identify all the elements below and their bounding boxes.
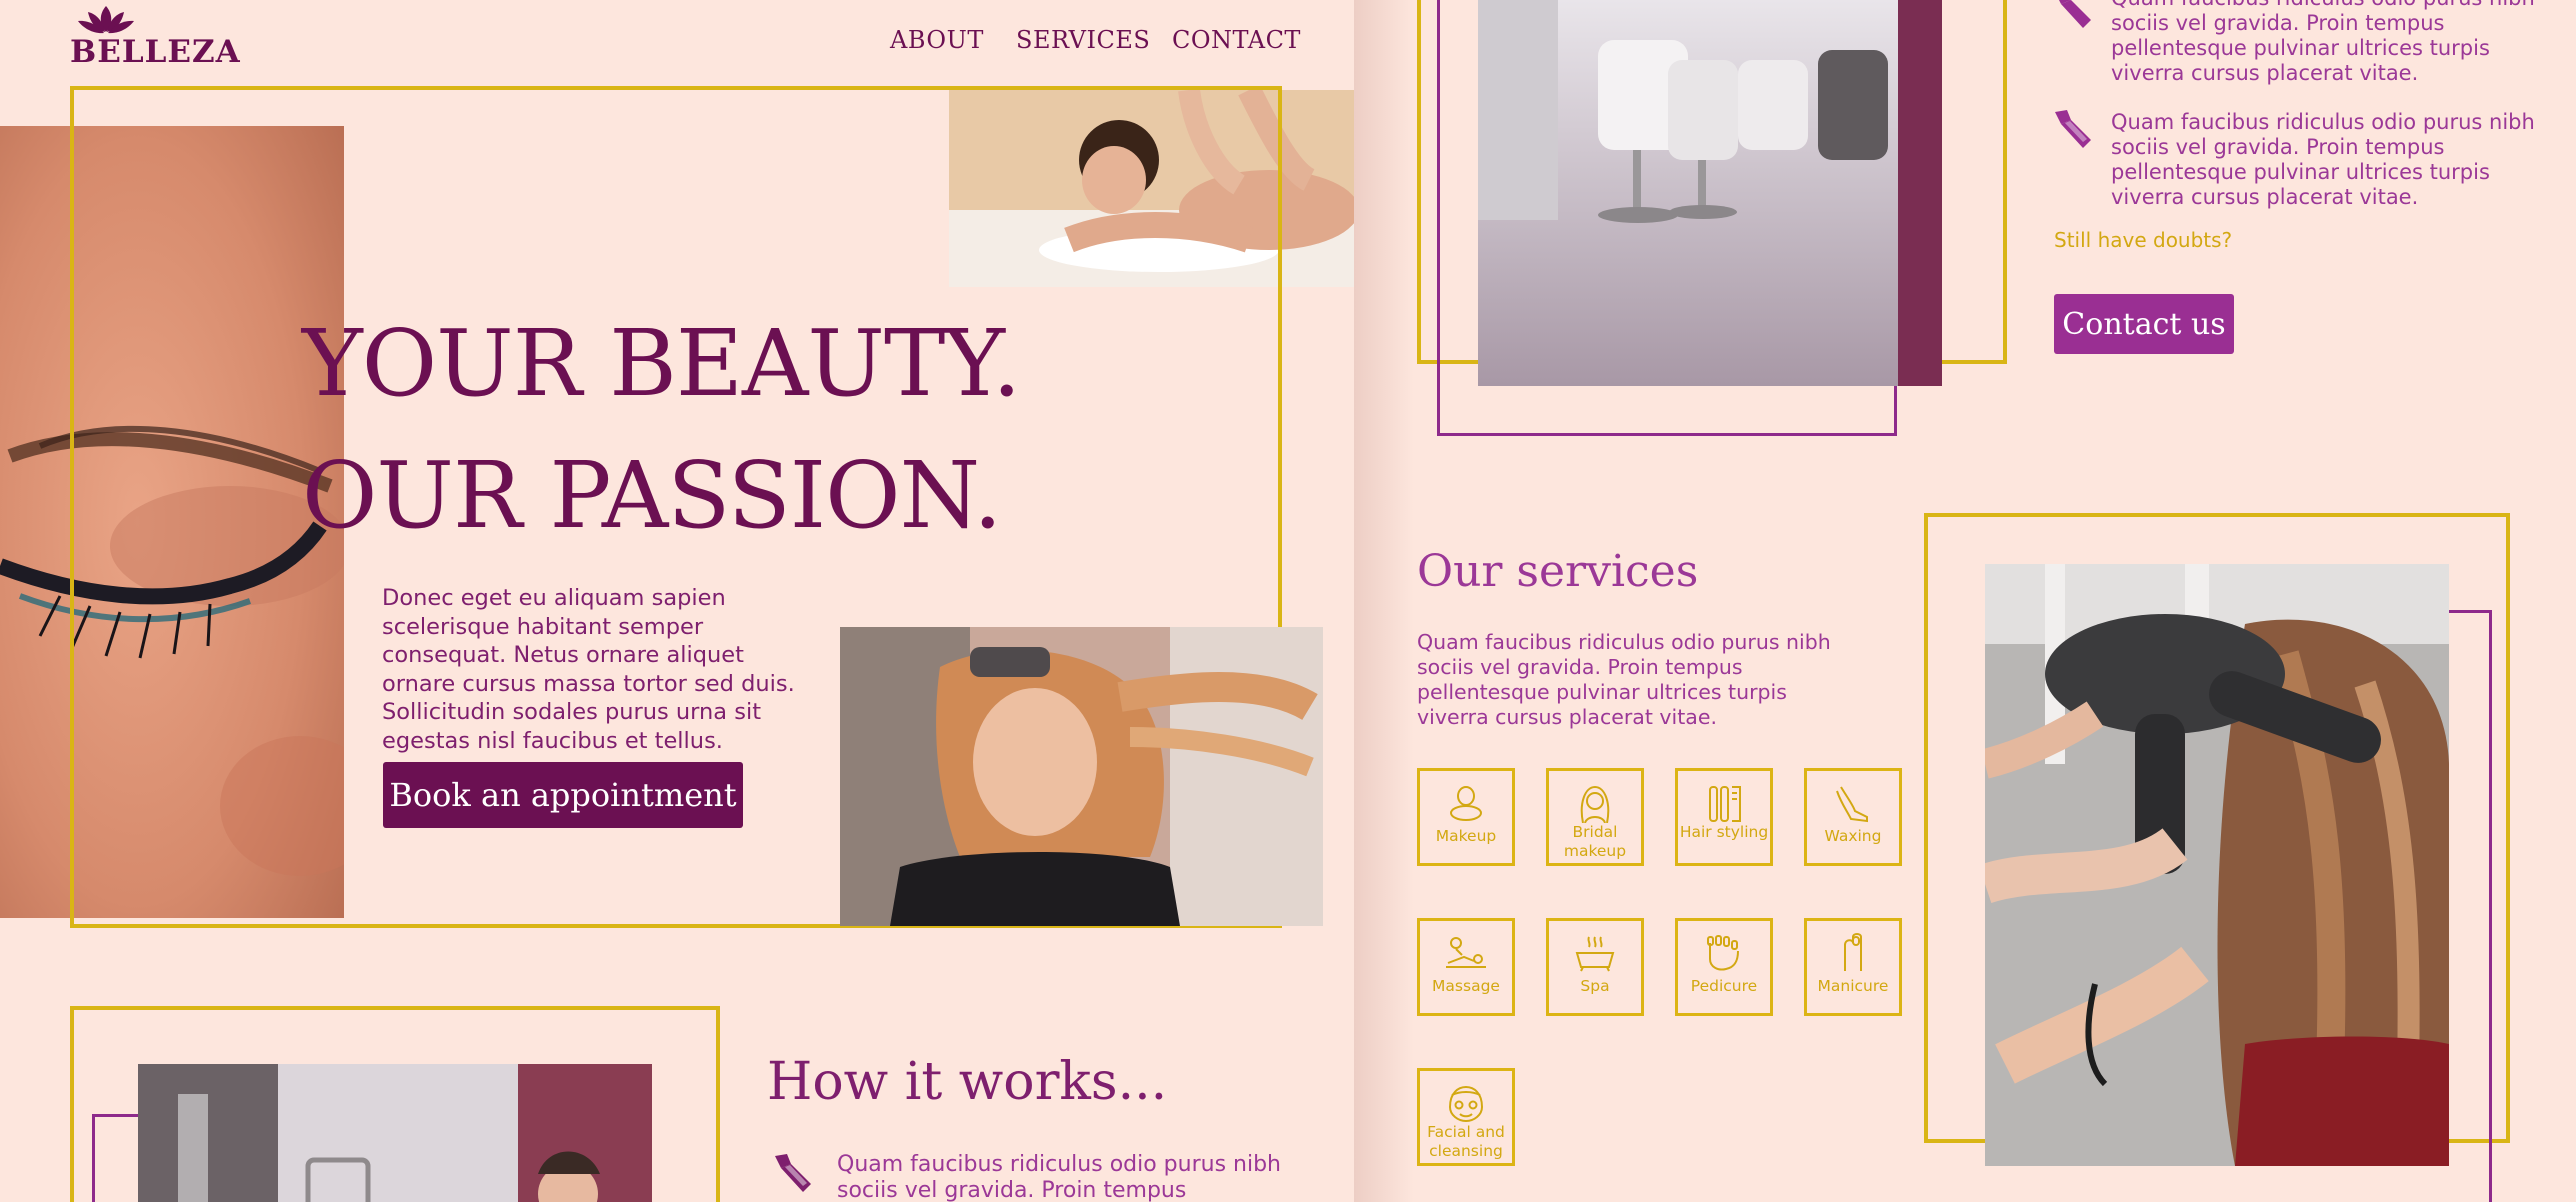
- service-label: Makeup: [1435, 827, 1497, 845]
- service-massage[interactable]: Massage: [1417, 918, 1515, 1016]
- service-makeup[interactable]: Makeup: [1417, 768, 1515, 866]
- services-description: Quam faucibus ridiculus odio purus nibh …: [1417, 630, 1831, 729]
- still-have-doubts-link[interactable]: Still have doubts?: [2054, 228, 2232, 252]
- service-label: Manicure: [1817, 977, 1889, 995]
- service-label: Waxing: [1824, 827, 1882, 845]
- nav-services[interactable]: SERVICES: [1016, 26, 1150, 54]
- service-label: Spa: [1580, 977, 1610, 995]
- hero-title-line2: OUR PASSION.: [302, 442, 1002, 549]
- nav-contact[interactable]: CONTACT: [1172, 26, 1301, 54]
- service-label: Massage: [1432, 977, 1500, 995]
- right-page: Quam faucibus ridiculus odio purus nibh …: [1354, 0, 2576, 1202]
- step-1-text: Quam faucibus ridiculus odio purus nibh …: [837, 1152, 1281, 1202]
- nav-about[interactable]: ABOUT: [890, 26, 984, 54]
- salon-interior-image: [1478, 0, 1942, 386]
- service-label: Hair styling: [1679, 823, 1769, 841]
- service-manicure[interactable]: Manicure: [1804, 918, 1902, 1016]
- our-services-title: Our services: [1417, 546, 1699, 597]
- book-appointment-button[interactable]: Book an appointment: [383, 762, 743, 828]
- step-3-text: Quam faucibus ridiculus odio purus nibh …: [2111, 110, 2535, 209]
- hero-title-line1: YOUR BEAUTY.: [302, 310, 1021, 417]
- hair-tools-icon: [1709, 786, 1741, 822]
- page-seam-shadow: [1354, 0, 1414, 1202]
- how-it-works-title: How it works...: [767, 1052, 1168, 1112]
- contact-us-button[interactable]: Contact us: [2054, 294, 2234, 354]
- hero-description: Donec eget eu aliquam sapien scelerisque…: [382, 585, 795, 754]
- face-mask-icon: [1448, 1085, 1484, 1123]
- service-spa[interactable]: Spa: [1546, 918, 1644, 1016]
- bride-icon: [1580, 785, 1610, 823]
- service-label: Pedicure: [1690, 977, 1758, 995]
- hand-icon: [1844, 933, 1862, 971]
- hairdryer-styling-image: [1985, 564, 2449, 1166]
- salon-mirror-image: [138, 1064, 652, 1202]
- service-facial-and-cleansing[interactable]: Facial and cleansing: [1417, 1068, 1515, 1166]
- service-hair-styling[interactable]: Hair styling: [1675, 768, 1773, 866]
- hair-blowout-image: [840, 627, 1323, 926]
- foot-icon: [1707, 935, 1739, 971]
- lipstick-icon: [2055, 110, 2091, 148]
- bathtub-icon: [1575, 936, 1615, 972]
- service-label: Bridal makeup: [1563, 823, 1627, 860]
- service-waxing[interactable]: Waxing: [1804, 768, 1902, 866]
- left-page: BELLEZA ABOUT SERVICES CONTACT YOUR BEAU…: [0, 0, 1354, 1202]
- step-2-text: Quam faucibus ridiculus odio purus nibh …: [2111, 0, 2535, 85]
- service-bridal-makeup[interactable]: Bridal makeup: [1546, 768, 1644, 866]
- brand-name[interactable]: BELLEZA: [70, 34, 241, 70]
- makeup-icon: [1450, 786, 1482, 821]
- lipstick-icon: [2059, 0, 2091, 28]
- service-pedicure[interactable]: Pedicure: [1675, 918, 1773, 1016]
- massage-icon: [1446, 937, 1486, 968]
- leg-icon: [1836, 786, 1868, 823]
- lotus-logo-icon: [78, 6, 134, 34]
- lipstick-icon: [775, 1154, 811, 1192]
- service-label: Facial and cleansing: [1427, 1123, 1505, 1160]
